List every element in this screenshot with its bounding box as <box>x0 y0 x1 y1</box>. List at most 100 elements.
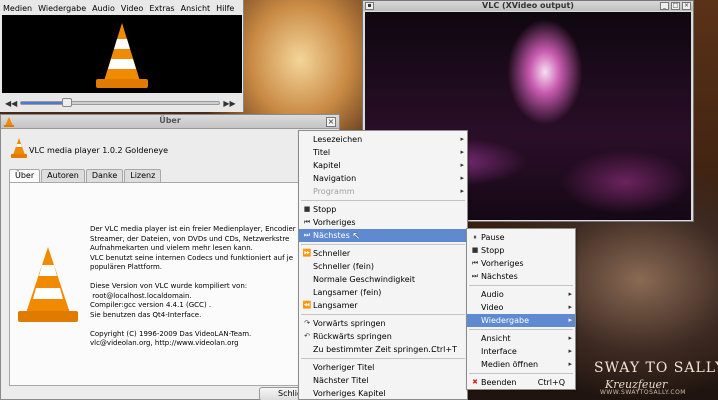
main-menu-item-video[interactable]: Video ▸ <box>467 301 575 314</box>
menu-medien[interactable]: Medien <box>0 3 35 15</box>
seek-bar-row: ◀◀ ▶▶ <box>2 96 242 110</box>
main-menu-item-wiedergabe[interactable]: Wiedergabe ▸ <box>467 314 575 327</box>
menu-wiedergabe[interactable]: Wiedergabe <box>35 3 89 15</box>
context-menu-item-langsamer[interactable]: ⏪ Langsamer <box>299 299 467 312</box>
maximize-icon[interactable]: □ <box>671 2 680 10</box>
submenu-arrow-icon: ▸ <box>568 334 572 342</box>
submenu-arrow-icon: ▸ <box>460 135 464 143</box>
menu-item-shortcut: Ctrl+T <box>431 345 457 354</box>
main-menu-item-ansicht[interactable]: Ansicht ▸ <box>467 332 575 345</box>
menu-item-label: Langsamer (fein) <box>313 288 382 297</box>
submenu-arrow-icon: ▸ <box>460 161 464 169</box>
menu-extras[interactable]: Extras <box>146 3 177 15</box>
context-menu-item-titel[interactable]: Titel ▸ <box>299 146 467 159</box>
context-menu-item-naechstes[interactable]: ⏭ Nächstes <box>299 229 467 242</box>
context-menu-item-vorheriger-titel[interactable]: Vorheriger Titel <box>299 361 467 374</box>
menu-separator <box>301 200 465 201</box>
tab-uber[interactable]: Über <box>9 169 41 183</box>
context-menu-item-schneller[interactable]: ⏩ Schneller <box>299 247 467 260</box>
context-menu-item-langsamer-fein[interactable]: Langsamer (fein) <box>299 286 467 299</box>
about-tab-panel: Der VLC media player ist ein freier Medi… <box>9 182 339 386</box>
minimize-icon[interactable]: _ <box>660 2 669 10</box>
main-menu-item-audio[interactable]: Audio ▸ <box>467 288 575 301</box>
vorwaerts-springen-icon: ↷ <box>304 319 310 327</box>
menu-item-label: Ansicht <box>481 334 511 343</box>
naechstes-icon: ⏭ <box>471 272 479 280</box>
menu-audio[interactable]: Audio <box>89 3 118 15</box>
context-menu-item-schneller-fein[interactable]: Schneller (fein) <box>299 260 467 273</box>
submenu-arrow-icon: ▸ <box>568 347 572 355</box>
video-output-titlebar[interactable]: ▪ VLC (XVideo output) _ □ × <box>363 1 693 11</box>
main-menu-item-pause[interactable]: ⏸ Pause <box>467 231 575 244</box>
menu-item-label: Pause <box>481 233 505 242</box>
menu-item-label: Interface <box>481 347 517 356</box>
seek-handle[interactable] <box>62 98 73 107</box>
main-menu-item-beenden[interactable]: ✖ Beenden Ctrl+Q <box>467 376 575 389</box>
seek-slider[interactable] <box>20 98 221 107</box>
menu-item-label: Lesezeichen <box>313 135 363 144</box>
menu-item-label: Navigation <box>313 174 357 183</box>
close-icon[interactable]: × <box>682 2 691 10</box>
menu-item-label: Vorheriger Titel <box>313 363 375 372</box>
context-menu-item-vorheriges[interactable]: ⏮ Vorheriges <box>299 216 467 229</box>
naechstes-icon: ⏭ <box>303 231 311 239</box>
menu-item-label: Langsamer <box>313 301 358 310</box>
menu-item-label: Schneller (fein) <box>313 262 375 271</box>
submenu-arrow-icon: ▸ <box>460 148 464 156</box>
vorheriges-icon: ⏮ <box>471 259 479 267</box>
about-titlebar[interactable]: Über × <box>1 115 339 129</box>
rewind-icon[interactable]: ◀◀ <box>5 99 17 108</box>
about-title: Über <box>159 116 181 125</box>
menu-hilfe[interactable]: Hilfe <box>213 3 237 15</box>
menu-item-shortcut: Ctrl+Q <box>537 378 565 387</box>
main-menu-item-stopp[interactable]: ■ Stopp <box>467 244 575 257</box>
context-menu-item-vorheriges-kapitel[interactable]: Vorheriges Kapitel <box>299 387 467 400</box>
context-menu-item-lesezeichen[interactable]: Lesezeichen ▸ <box>299 133 467 146</box>
menu-item-label: Stopp <box>481 246 505 255</box>
mouse-pointer-icon: ↖ <box>352 231 361 242</box>
menu-separator <box>469 373 573 374</box>
close-icon[interactable]: × <box>326 117 336 127</box>
context-menu-item-navigation[interactable]: Navigation ▸ <box>299 172 467 185</box>
context-menu-item-naechster-titel[interactable]: Nächster Titel <box>299 374 467 387</box>
context-menu-item-programm: Programm ▸ <box>299 185 467 198</box>
main-menu-item-interface[interactable]: Interface ▸ <box>467 345 575 358</box>
context-menu-item-normale-geschwindigkeit[interactable]: Normale Geschwindigkeit <box>299 273 467 286</box>
player-video-area[interactable] <box>2 15 242 93</box>
context-menu-item-vorwaerts-springen[interactable]: ↷ Vorwärts springen <box>299 317 467 330</box>
menu-item-label: Vorheriges <box>313 218 356 227</box>
playback-context-menu: Lesezeichen ▸ Titel ▸ Kapitel ▸ Navigation ▸ Pro… <box>298 130 468 400</box>
video-output-title: VLC (XVideo output) <box>482 1 574 10</box>
tab-danke[interactable]: Danke <box>85 169 124 183</box>
pause-icon: ⏸ <box>473 233 477 241</box>
menu-item-label: Vorwärts springen <box>313 319 386 328</box>
context-menu-item-stopp[interactable]: ■ Stopp <box>299 203 467 216</box>
rueckwaerts-springen-icon: ↶ <box>304 332 310 340</box>
menu-item-label: Normale Geschwindigkeit <box>313 275 416 284</box>
menu-item-label: Titel <box>313 148 331 157</box>
menu-separator <box>301 244 465 245</box>
player-menubar: Medien Wiedergabe Audio Video Extras Ans… <box>0 3 244 15</box>
main-menu-item-vorheriges[interactable]: ⏮ Vorheriges <box>467 257 575 270</box>
tab-autoren[interactable]: Autoren <box>41 169 85 183</box>
main-menu-item-medien-oeffnen[interactable]: Medien öffnen ▸ <box>467 358 575 371</box>
submenu-arrow-icon: ▸ <box>460 174 464 182</box>
stopp-icon: ■ <box>303 205 311 213</box>
schneller-icon: ⏩ <box>302 249 312 257</box>
menu-item-label: Nächstes <box>313 231 350 240</box>
context-menu-item-rueckwaerts-springen[interactable]: ↶ Rückwärts springen <box>299 330 467 343</box>
vorheriges-icon: ⏮ <box>303 218 311 226</box>
submenu-arrow-icon: ▸ <box>568 303 572 311</box>
main-menu-item-naechstes[interactable]: ⏭ Nächstes <box>467 270 575 283</box>
context-menu-item-zu-bestimmter-zeit-springen[interactable]: Zu bestimmter Zeit springen... Ctrl+T <box>299 343 467 356</box>
menu-item-label: Beenden <box>481 378 517 387</box>
tab-lizenz[interactable]: Lizenz <box>124 169 162 183</box>
about-version-label: VLC media player 1.0.2 Goldeneye <box>29 146 169 155</box>
context-menu-item-kapitel[interactable]: Kapitel ▸ <box>299 159 467 172</box>
menu-ansicht[interactable]: Ansicht <box>178 3 214 15</box>
menu-video[interactable]: Video <box>118 3 146 15</box>
forward-icon[interactable]: ▶▶ <box>223 99 235 108</box>
menu-item-label: Nächster Titel <box>313 376 369 385</box>
menu-separator <box>469 329 573 330</box>
main-context-menu: ⏸ Pause ■ Stopp ⏮ Vorheriges ⏭ Nächstes Audio ▸ Vi… <box>466 228 576 390</box>
